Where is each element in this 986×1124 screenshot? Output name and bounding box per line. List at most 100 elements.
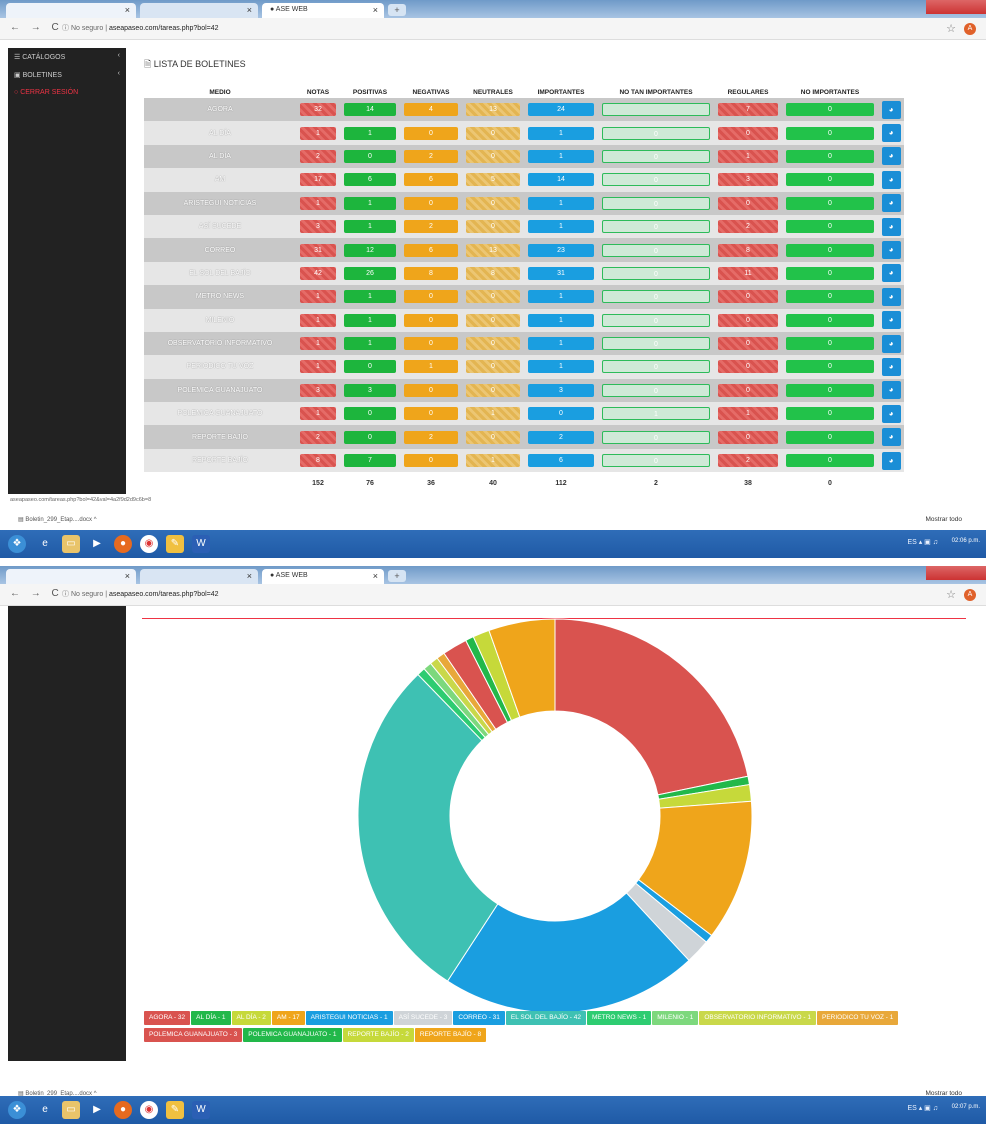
notas-badge[interactable]: 1	[300, 360, 336, 374]
legend-item[interactable]: OBSERVATORIO INFORMATIVO - 1	[699, 1011, 816, 1025]
negativas-badge[interactable]: 0	[404, 126, 458, 140]
legend-item[interactable]: MILENIO - 1	[652, 1011, 699, 1025]
legend-item[interactable]: REPORTE BAJÍO - 2	[342, 1028, 414, 1042]
ie-icon[interactable]: e	[36, 1101, 54, 1119]
neutrales-badge[interactable]: 0	[466, 430, 520, 444]
importantes-badge[interactable]: 1	[528, 220, 594, 234]
donut-slice[interactable]	[554, 618, 749, 796]
folder-icon[interactable]: ▭	[62, 1101, 80, 1119]
notas-badge[interactable]: 1	[300, 337, 336, 351]
no-tan-importantes-badge[interactable]: 0	[602, 173, 710, 187]
positivas-badge[interactable]: 0	[344, 360, 396, 374]
legend-item[interactable]: PERIODICO TU VOZ - 1	[816, 1011, 899, 1025]
neutrales-badge[interactable]: 0	[466, 126, 520, 140]
no-importantes-badge[interactable]: 0	[786, 266, 874, 280]
close-tab-icon[interactable]: ×	[247, 571, 252, 581]
neutrales-badge[interactable]: 1	[466, 407, 520, 421]
no-importantes-badge[interactable]: 0	[786, 173, 874, 187]
url-text[interactable]: ⓘ No seguro | aseapaseo.com/tareas.php?b…	[62, 23, 219, 33]
start-icon[interactable]: ❖	[8, 535, 26, 553]
tab-blank-2[interactable]: ×	[140, 569, 258, 584]
importantes-badge[interactable]: 1	[528, 196, 594, 210]
media-icon[interactable]: ▶	[88, 1101, 106, 1119]
no-tan-importantes-badge[interactable]: 0	[602, 313, 710, 327]
word-icon[interactable]: W	[192, 1101, 210, 1119]
chrome-icon[interactable]: ◉	[140, 1101, 158, 1119]
tab-active[interactable]: ● ASE WEB ×	[262, 3, 384, 18]
positivas-badge[interactable]: 1	[344, 337, 396, 351]
legend-item[interactable]: AGORA - 32	[144, 1011, 191, 1025]
ie-icon[interactable]: e	[36, 535, 54, 553]
positivas-badge[interactable]: 0	[344, 407, 396, 421]
positivas-badge[interactable]: 0	[344, 149, 396, 163]
neutrales-badge[interactable]: 13	[466, 243, 520, 257]
close-tab-icon[interactable]: ×	[373, 571, 378, 581]
negativas-badge[interactable]: 2	[404, 149, 458, 163]
pie-chart-button[interactable]: ◕	[881, 287, 901, 306]
positivas-badge[interactable]: 1	[344, 313, 396, 327]
bookmark-star-icon[interactable]: ☆	[946, 588, 956, 601]
pie-chart-button[interactable]: ◕	[881, 404, 901, 423]
word-icon[interactable]: W	[192, 535, 210, 553]
pie-chart-button[interactable]: ◕	[881, 381, 901, 400]
neutrales-badge[interactable]: 0	[466, 360, 520, 374]
notas-badge[interactable]: 42	[300, 266, 336, 280]
no-tan-importantes-badge[interactable]: 0	[602, 243, 710, 257]
notas-badge[interactable]: 3	[300, 383, 336, 397]
notas-badge[interactable]: 2	[300, 149, 336, 163]
pie-chart-button[interactable]: ◕	[881, 428, 901, 447]
notas-badge[interactable]: 1	[300, 126, 336, 140]
negativas-badge[interactable]: 1	[404, 360, 458, 374]
pie-chart-button[interactable]: ◕	[881, 357, 901, 376]
legend-item[interactable]: ASÍ SUCEDE - 3	[393, 1011, 453, 1025]
positivas-badge[interactable]: 1	[344, 220, 396, 234]
close-tab-icon[interactable]: ×	[125, 571, 130, 581]
regulares-badge[interactable]: 8	[718, 243, 778, 257]
sidebar-item-logout[interactable]: ○ CERRAR SESIÓN	[8, 84, 126, 102]
negativas-badge[interactable]: 6	[404, 243, 458, 257]
positivas-badge[interactable]: 1	[344, 126, 396, 140]
start-icon[interactable]: ❖	[8, 1101, 26, 1119]
notas-badge[interactable]: 31	[300, 243, 336, 257]
notas-badge[interactable]: 1	[300, 290, 336, 304]
legend-item[interactable]: POLEMICA GUANAJUATO - 1	[243, 1028, 342, 1042]
pie-chart-button[interactable]: ◕	[881, 241, 901, 260]
chrome-icon[interactable]: ◉	[140, 535, 158, 553]
negativas-badge[interactable]: 0	[404, 313, 458, 327]
pie-chart-button[interactable]: ◕	[881, 147, 901, 166]
close-tab-icon[interactable]: ×	[247, 5, 252, 15]
no-importantes-badge[interactable]: 0	[786, 290, 874, 304]
pie-chart-button[interactable]: ◕	[881, 217, 901, 236]
positivas-badge[interactable]: 12	[344, 243, 396, 257]
tab-blank-2[interactable]: ×	[140, 3, 258, 18]
notas-badge[interactable]: 1	[300, 407, 336, 421]
notas-badge[interactable]: 8	[300, 454, 336, 468]
neutrales-badge[interactable]: 0	[466, 196, 520, 210]
importantes-badge[interactable]: 1	[528, 290, 594, 304]
regulares-badge[interactable]: 3	[718, 173, 778, 187]
neutrales-badge[interactable]: 0	[466, 337, 520, 351]
importantes-badge[interactable]: 14	[528, 173, 594, 187]
new-tab-button[interactable]: +	[388, 570, 406, 582]
pie-chart-button[interactable]: ◕	[881, 100, 901, 119]
regulares-badge[interactable]: 0	[718, 196, 778, 210]
close-tab-icon[interactable]: ×	[373, 5, 378, 15]
download-item[interactable]: ▤ Boletin_299_Etap....docx ^	[18, 516, 97, 523]
folder-icon[interactable]: ▭	[62, 535, 80, 553]
neutrales-badge[interactable]: 0	[466, 149, 520, 163]
no-tan-importantes-badge[interactable]: 0	[602, 360, 710, 374]
new-tab-button[interactable]: +	[388, 4, 406, 16]
neutrales-badge[interactable]: 1	[466, 454, 520, 468]
notas-badge[interactable]: 17	[300, 173, 336, 187]
positivas-badge[interactable]: 0	[344, 430, 396, 444]
pie-chart-button[interactable]: ◕	[881, 194, 901, 213]
neutrales-badge[interactable]: 8	[466, 266, 520, 280]
tab-blank[interactable]: ×	[6, 3, 136, 18]
no-tan-importantes-badge[interactable]: 0	[602, 149, 710, 163]
importantes-badge[interactable]: 31	[528, 266, 594, 280]
importantes-badge[interactable]: 3	[528, 383, 594, 397]
pie-chart-button[interactable]: ◕	[881, 170, 901, 189]
no-tan-importantes-badge[interactable]: 0	[602, 220, 710, 234]
media-icon[interactable]: ▶	[88, 535, 106, 553]
firefox-icon[interactable]: ●	[114, 535, 132, 553]
